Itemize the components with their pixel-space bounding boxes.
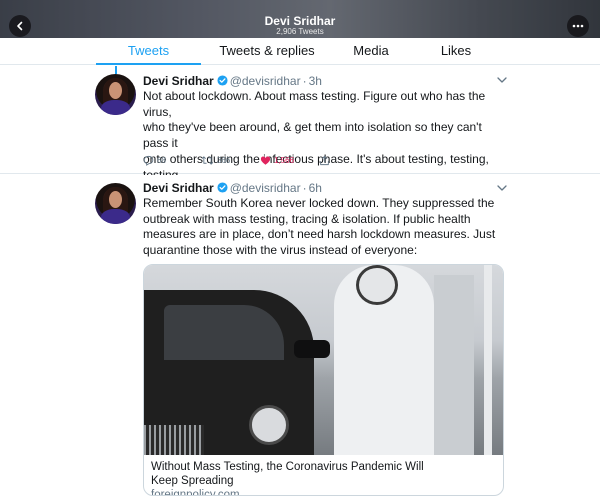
tweet[interactable]: Devi Sridhar @devisridhar · 3h Not about lo… xyxy=(0,66,600,182)
reply-button[interactable]: 68 xyxy=(143,153,166,167)
tab-media[interactable]: Media xyxy=(335,38,407,65)
thread-line xyxy=(115,66,117,74)
tweet-time[interactable]: 6h xyxy=(309,181,322,195)
link-card-domain: foreignpolicy.com xyxy=(151,489,240,496)
author-handle[interactable]: @devisridhar xyxy=(230,181,301,195)
tab-likes[interactable]: Likes xyxy=(422,38,490,65)
tweet-text-line: quarantine those with the virus instead … xyxy=(143,243,418,258)
reply-icon xyxy=(143,155,154,166)
retweet-count: 366 xyxy=(217,155,231,165)
author-name[interactable]: Devi Sridhar xyxy=(143,181,214,195)
tab-tweets[interactable]: Tweets xyxy=(96,38,201,65)
tweet-text-line: outbreak with mass testing, tracing & is… xyxy=(143,211,471,226)
tweet-author-row: Devi Sridhar @devisridhar · 3h xyxy=(143,74,322,88)
link-card-title: Without Mass Testing, the Coronavirus Pa… xyxy=(151,460,491,488)
retweet-button[interactable]: 366 xyxy=(201,153,230,167)
link-card-title-line: Keep Spreading xyxy=(151,475,234,487)
avatar[interactable] xyxy=(95,74,136,115)
author-handle[interactable]: @devisridhar xyxy=(230,74,301,88)
active-tab-indicator xyxy=(96,63,201,65)
tweet-time[interactable]: 3h xyxy=(309,74,322,88)
chevron-down-icon[interactable] xyxy=(496,183,508,193)
like-button[interactable]: 1,566 xyxy=(260,153,294,167)
tweet-count: 2,906 Tweets xyxy=(276,27,324,36)
tweet-text-line: measures are in place, don’t need harsh … xyxy=(143,227,496,242)
more-button[interactable] xyxy=(567,15,589,37)
tweet-author-row: Devi Sridhar @devisridhar · 6h xyxy=(143,181,322,195)
profile-tabs: Tweets Tweets & replies Media Likes xyxy=(0,38,600,65)
share-icon xyxy=(320,155,329,165)
like-count: 1,566 xyxy=(274,155,295,165)
heart-icon xyxy=(260,156,271,165)
tweet-text-line: who they've been around, & get them into… xyxy=(143,120,482,151)
separator: · xyxy=(302,74,307,88)
retweet-icon xyxy=(201,155,214,165)
link-card-title-line: Without Mass Testing, the Coronavirus Pa… xyxy=(151,461,424,473)
tweet[interactable]: Devi Sridhar @devisridhar · 6h Remember Sou… xyxy=(0,175,600,496)
tab-tweets-replies[interactable]: Tweets & replies xyxy=(211,38,323,65)
separator: · xyxy=(302,181,307,195)
verified-badge-icon xyxy=(217,182,228,193)
tweet-text: Remember South Korea never locked down. … xyxy=(143,196,503,259)
verified-badge-icon xyxy=(217,75,228,86)
link-card[interactable]: Without Mass Testing, the Coronavirus Pa… xyxy=(143,264,504,496)
reply-count: 68 xyxy=(157,155,166,165)
tweet-actions: 68 366 1,566 xyxy=(143,153,343,167)
share-button[interactable] xyxy=(319,153,333,167)
avatar[interactable] xyxy=(95,183,136,224)
chevron-down-icon[interactable] xyxy=(496,75,508,85)
profile-header: Devi Sridhar 2,906 Tweets xyxy=(0,0,600,38)
tweet-text: Not about lockdown. About mass testing. … xyxy=(143,89,503,183)
link-card-image xyxy=(144,265,503,455)
tweet-text-line: Not about lockdown. About mass testing. … xyxy=(143,89,486,119)
tweet-text-line: Remember South Korea never locked down. … xyxy=(143,196,495,210)
author-name[interactable]: Devi Sridhar xyxy=(143,74,214,88)
ellipsis-icon xyxy=(572,24,584,28)
